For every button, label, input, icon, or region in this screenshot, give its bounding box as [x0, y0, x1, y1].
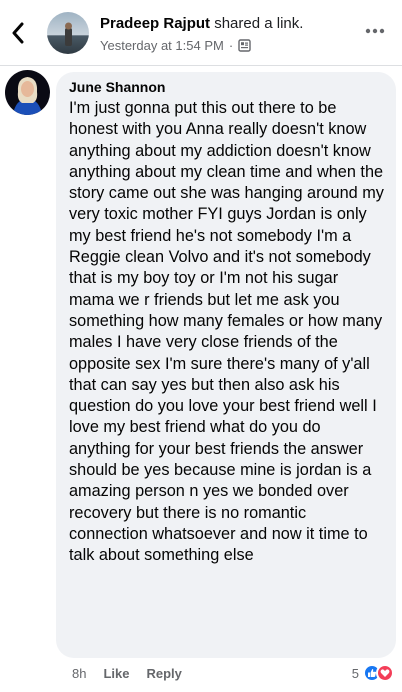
poster-name[interactable]: Pradeep Rajput: [100, 15, 210, 32]
commenter-name[interactable]: June Shannon: [69, 78, 384, 96]
post-meta: Yesterday at 1:54 PM ·: [100, 38, 251, 53]
poster-action: shared a link.: [214, 15, 304, 32]
love-icon: [376, 664, 394, 682]
post-header: Pradeep Rajput shared a link. Yesterday …: [0, 0, 402, 66]
reaction-count: 5: [351, 665, 359, 681]
comment-text: I'm just gonna put this out there to be …: [69, 99, 384, 565]
comment-bubble[interactable]: June Shannon I'm just gonna put this out…: [56, 72, 396, 658]
comment-age[interactable]: 8h: [72, 666, 86, 681]
meta-separator: ·: [228, 38, 234, 53]
news-feed-icon: [238, 39, 251, 52]
more-options-button[interactable]: [364, 26, 386, 36]
comment-actions: 8h Like Reply: [72, 666, 199, 681]
like-button[interactable]: Like: [103, 666, 129, 681]
poster-avatar[interactable]: [47, 12, 89, 54]
reply-button[interactable]: Reply: [146, 666, 181, 681]
reaction-summary[interactable]: 5: [352, 664, 394, 682]
poster-line: Pradeep Rajput shared a link.: [100, 15, 303, 32]
more-dots-icon: [365, 28, 385, 34]
post-timestamp[interactable]: Yesterday at 1:54 PM: [100, 38, 224, 53]
commenter-avatar[interactable]: [5, 70, 50, 115]
chevron-left-icon: [12, 22, 24, 44]
back-button[interactable]: [6, 18, 30, 48]
